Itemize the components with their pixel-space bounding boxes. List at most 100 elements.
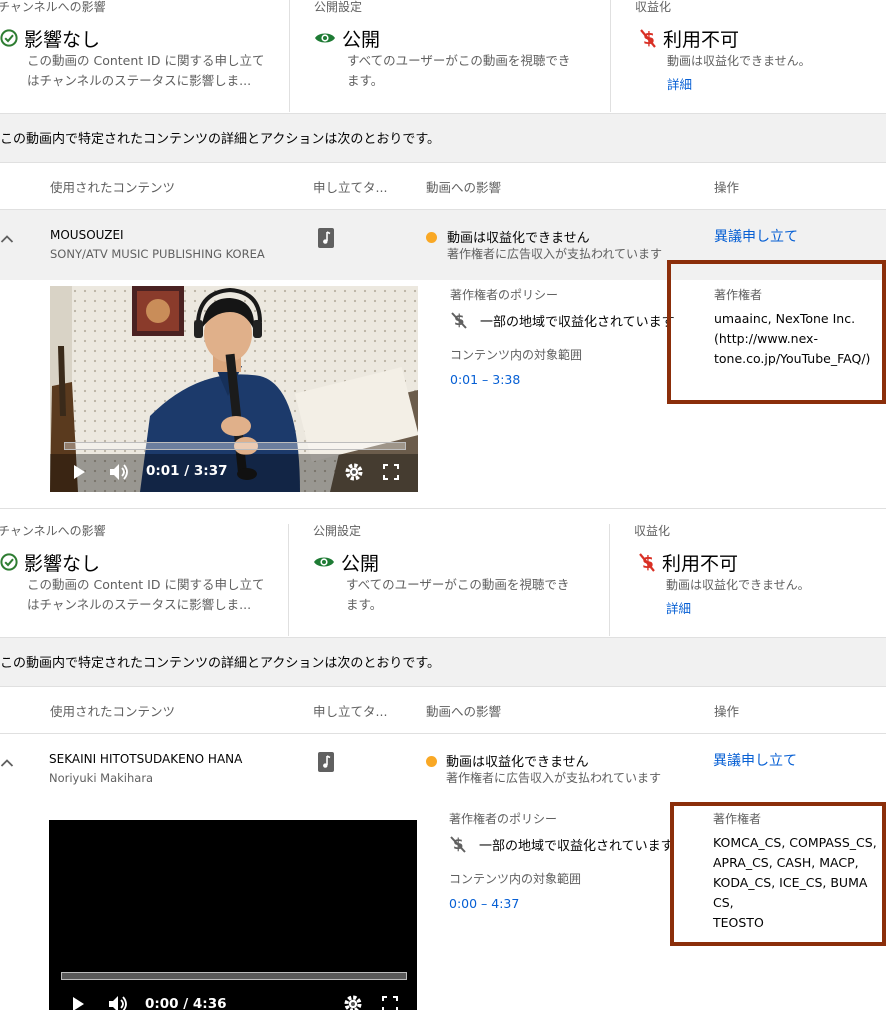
channel-impact-header: チャンネルへの影響	[0, 524, 106, 538]
play-icon[interactable]	[71, 994, 85, 1010]
video-player[interactable]: 0:00 / 4:36	[49, 820, 417, 1010]
col-claim-type: 申し立てタ...	[313, 704, 388, 719]
channel-impact-status: 影響なし	[0, 548, 100, 576]
gear-icon[interactable]	[343, 994, 363, 1010]
chevron-up-icon[interactable]	[0, 756, 14, 770]
content-owner-name: Noriyuki Makihara	[49, 771, 154, 785]
content-intro: この動画内で特定されたコンテンツの詳細とアクションは次のとおりです。	[0, 638, 886, 687]
policy-row: $ 一部の地域で収益化されています	[449, 834, 674, 854]
music-note-icon	[318, 228, 334, 248]
video-progress-bar[interactable]	[64, 442, 406, 450]
content-table-header: 使用されたコンテンツ 申し立てタ... 動画への影響 操作	[0, 163, 886, 210]
fullscreen-icon[interactable]	[382, 462, 400, 482]
claim-section-2: チャンネルへの影響 影響なし この動画の Content ID に関する申し立て…	[0, 524, 886, 1024]
copyright-owner-header: 著作権者	[713, 812, 762, 826]
dispute-button[interactable]: 異議申し立て	[713, 750, 797, 770]
no-money-icon: $	[451, 311, 467, 329]
range-link[interactable]: 0:00 – 4:37	[449, 896, 519, 911]
channel-impact-header: チャンネルへの影響	[0, 0, 106, 14]
content-intro: この動画内で特定されたコンテンツの詳細とアクションは次のとおりです。	[0, 114, 886, 163]
content-owner-name: SONY/ATV MUSIC PUBLISHING KOREA	[50, 247, 265, 261]
channel-impact-value: 影響なし	[24, 28, 101, 51]
range-header: コンテンツ内の対象範囲	[449, 872, 582, 886]
visibility-desc: すべてのユーザーがこの動画を視聴でき ます。	[346, 577, 570, 612]
monetization-value: 利用不可	[663, 28, 740, 51]
fullscreen-icon[interactable]	[381, 994, 399, 1010]
visibility-card: 公開設定 公開 すべてのユーザーがこの動画を視聴でき ます。	[290, 0, 611, 112]
content-title: SEKAINI HITOTSUDAKENO HANA	[49, 752, 243, 766]
monetization-header: 収益化	[635, 0, 672, 14]
channel-impact-card: チャンネルへの影響 影響なし この動画の Content ID に関する申し立て…	[0, 524, 289, 636]
status-dot	[426, 232, 437, 243]
col-actions: 操作	[714, 180, 740, 195]
summary-row: チャンネルへの影響 影響なし この動画の Content ID に関する申し立て…	[0, 0, 886, 114]
video-time: 0:01 / 3:37	[146, 463, 228, 479]
dispute-button[interactable]: 異議申し立て	[714, 226, 798, 246]
claim-section-1: チャンネルへの影響 影響なし この動画の Content ID に関する申し立て…	[0, 0, 886, 508]
video-progress-bar[interactable]	[61, 972, 407, 980]
eye-icon	[315, 33, 335, 43]
policy-text: 一部の地域で収益化されています	[480, 314, 675, 330]
music-note-icon	[318, 752, 334, 772]
copyright-owner-header: 著作権者	[714, 288, 763, 302]
play-icon[interactable]	[72, 462, 86, 482]
channel-impact-status: 影響なし	[0, 24, 100, 52]
col-video-impact: 動画への影響	[426, 180, 502, 195]
content-title: MOUSOUZEI	[50, 228, 124, 242]
gear-icon[interactable]	[344, 462, 364, 482]
no-money-icon: $	[640, 29, 656, 49]
visibility-header: 公開設定	[313, 524, 362, 538]
visibility-status: 公開	[314, 24, 380, 52]
chevron-up-icon[interactable]	[0, 232, 14, 246]
video-time: 0:00 / 4:36	[145, 996, 227, 1010]
policy-text: 一部の地域で収益化されています	[479, 838, 674, 854]
section-divider	[0, 508, 886, 509]
policy-header: 著作権者のポリシー	[449, 812, 558, 826]
check-circle-icon	[0, 29, 18, 47]
range-header: コンテンツ内の対象範囲	[450, 348, 583, 362]
eye-icon	[314, 557, 334, 567]
policy-header: 著作権者のポリシー	[450, 288, 559, 302]
impact-subtext: 著作権者に広告収入が支払われています	[446, 771, 662, 785]
table-row[interactable]: SEKAINI HITOTSUDAKENO HANA Noriyuki Maki…	[0, 734, 886, 804]
col-video-impact: 動画への影響	[426, 704, 502, 719]
visibility-header: 公開設定	[314, 0, 363, 14]
channel-impact-card: チャンネルへの影響 影響なし この動画の Content ID に関する申し立て…	[0, 0, 290, 112]
policy-row: $ 一部の地域で収益化されています	[450, 310, 675, 330]
content-table-header: 使用されたコンテンツ 申し立てタ... 動画への影響 操作	[0, 687, 886, 734]
monetization-header: 収益化	[634, 524, 671, 538]
range-link[interactable]: 0:01 – 3:38	[450, 372, 520, 387]
video-player[interactable]: 0:01 / 3:37	[50, 286, 418, 492]
summary-row: チャンネルへの影響 影響なし この動画の Content ID に関する申し立て…	[0, 524, 886, 638]
claim-detail: 0:00 / 4:36 著作権者のポリシー $ 一部の地域で収益化されています …	[0, 802, 886, 1024]
monetization-desc: 動画は収益化できません。	[666, 578, 810, 592]
visibility-status: 公開	[313, 548, 379, 576]
visibility-value: 公開	[341, 552, 380, 575]
copyright-owner-list: umaainc, NexTone Inc. (http://www.nex- t…	[714, 311, 871, 366]
visibility-value: 公開	[342, 28, 381, 51]
monetization-card: 収益化 $ 利用不可 動画は収益化できません。 詳細	[611, 0, 886, 112]
monetization-details-link[interactable]: 詳細	[666, 599, 691, 619]
col-used-content: 使用されたコンテンツ	[50, 704, 176, 719]
no-money-icon: $	[450, 835, 466, 853]
monetization-details-link[interactable]: 詳細	[667, 75, 692, 95]
monetization-value: 利用不可	[662, 552, 739, 575]
channel-impact-value: 影響なし	[24, 552, 101, 575]
channel-impact-desc: この動画の Content ID に関する申し立て はチャンネルのステータスに影…	[27, 577, 265, 612]
status-dot	[426, 756, 437, 767]
col-used-content: 使用されたコンテンツ	[50, 180, 176, 195]
no-money-icon: $	[639, 553, 655, 573]
volume-icon[interactable]	[108, 462, 130, 482]
impact-text: 動画は収益化できません	[446, 755, 589, 770]
monetization-card: 収益化 $ 利用不可 動画は収益化できません。 詳細	[610, 524, 885, 636]
visibility-desc: すべてのユーザーがこの動画を視聴でき ます。	[347, 53, 571, 88]
channel-impact-desc: この動画の Content ID に関する申し立て はチャンネルのステータスに影…	[27, 53, 265, 88]
claim-detail: 0:01 / 3:37 著作権者のポリシー $ 一部の地域で収益化されています …	[0, 260, 886, 508]
monetization-status: $ 利用不可	[638, 548, 738, 576]
copyright-owner-list: KOMCA_CS, COMPASS_CS, APRA_CS, CASH, MAC…	[713, 835, 877, 930]
col-actions: 操作	[714, 704, 740, 719]
col-claim-type: 申し立てタ...	[313, 180, 388, 195]
visibility-card: 公開設定 公開 すべてのユーザーがこの動画を視聴でき ます。	[289, 524, 610, 636]
impact-text: 動画は収益化できません	[447, 231, 590, 246]
volume-icon[interactable]	[107, 994, 129, 1010]
